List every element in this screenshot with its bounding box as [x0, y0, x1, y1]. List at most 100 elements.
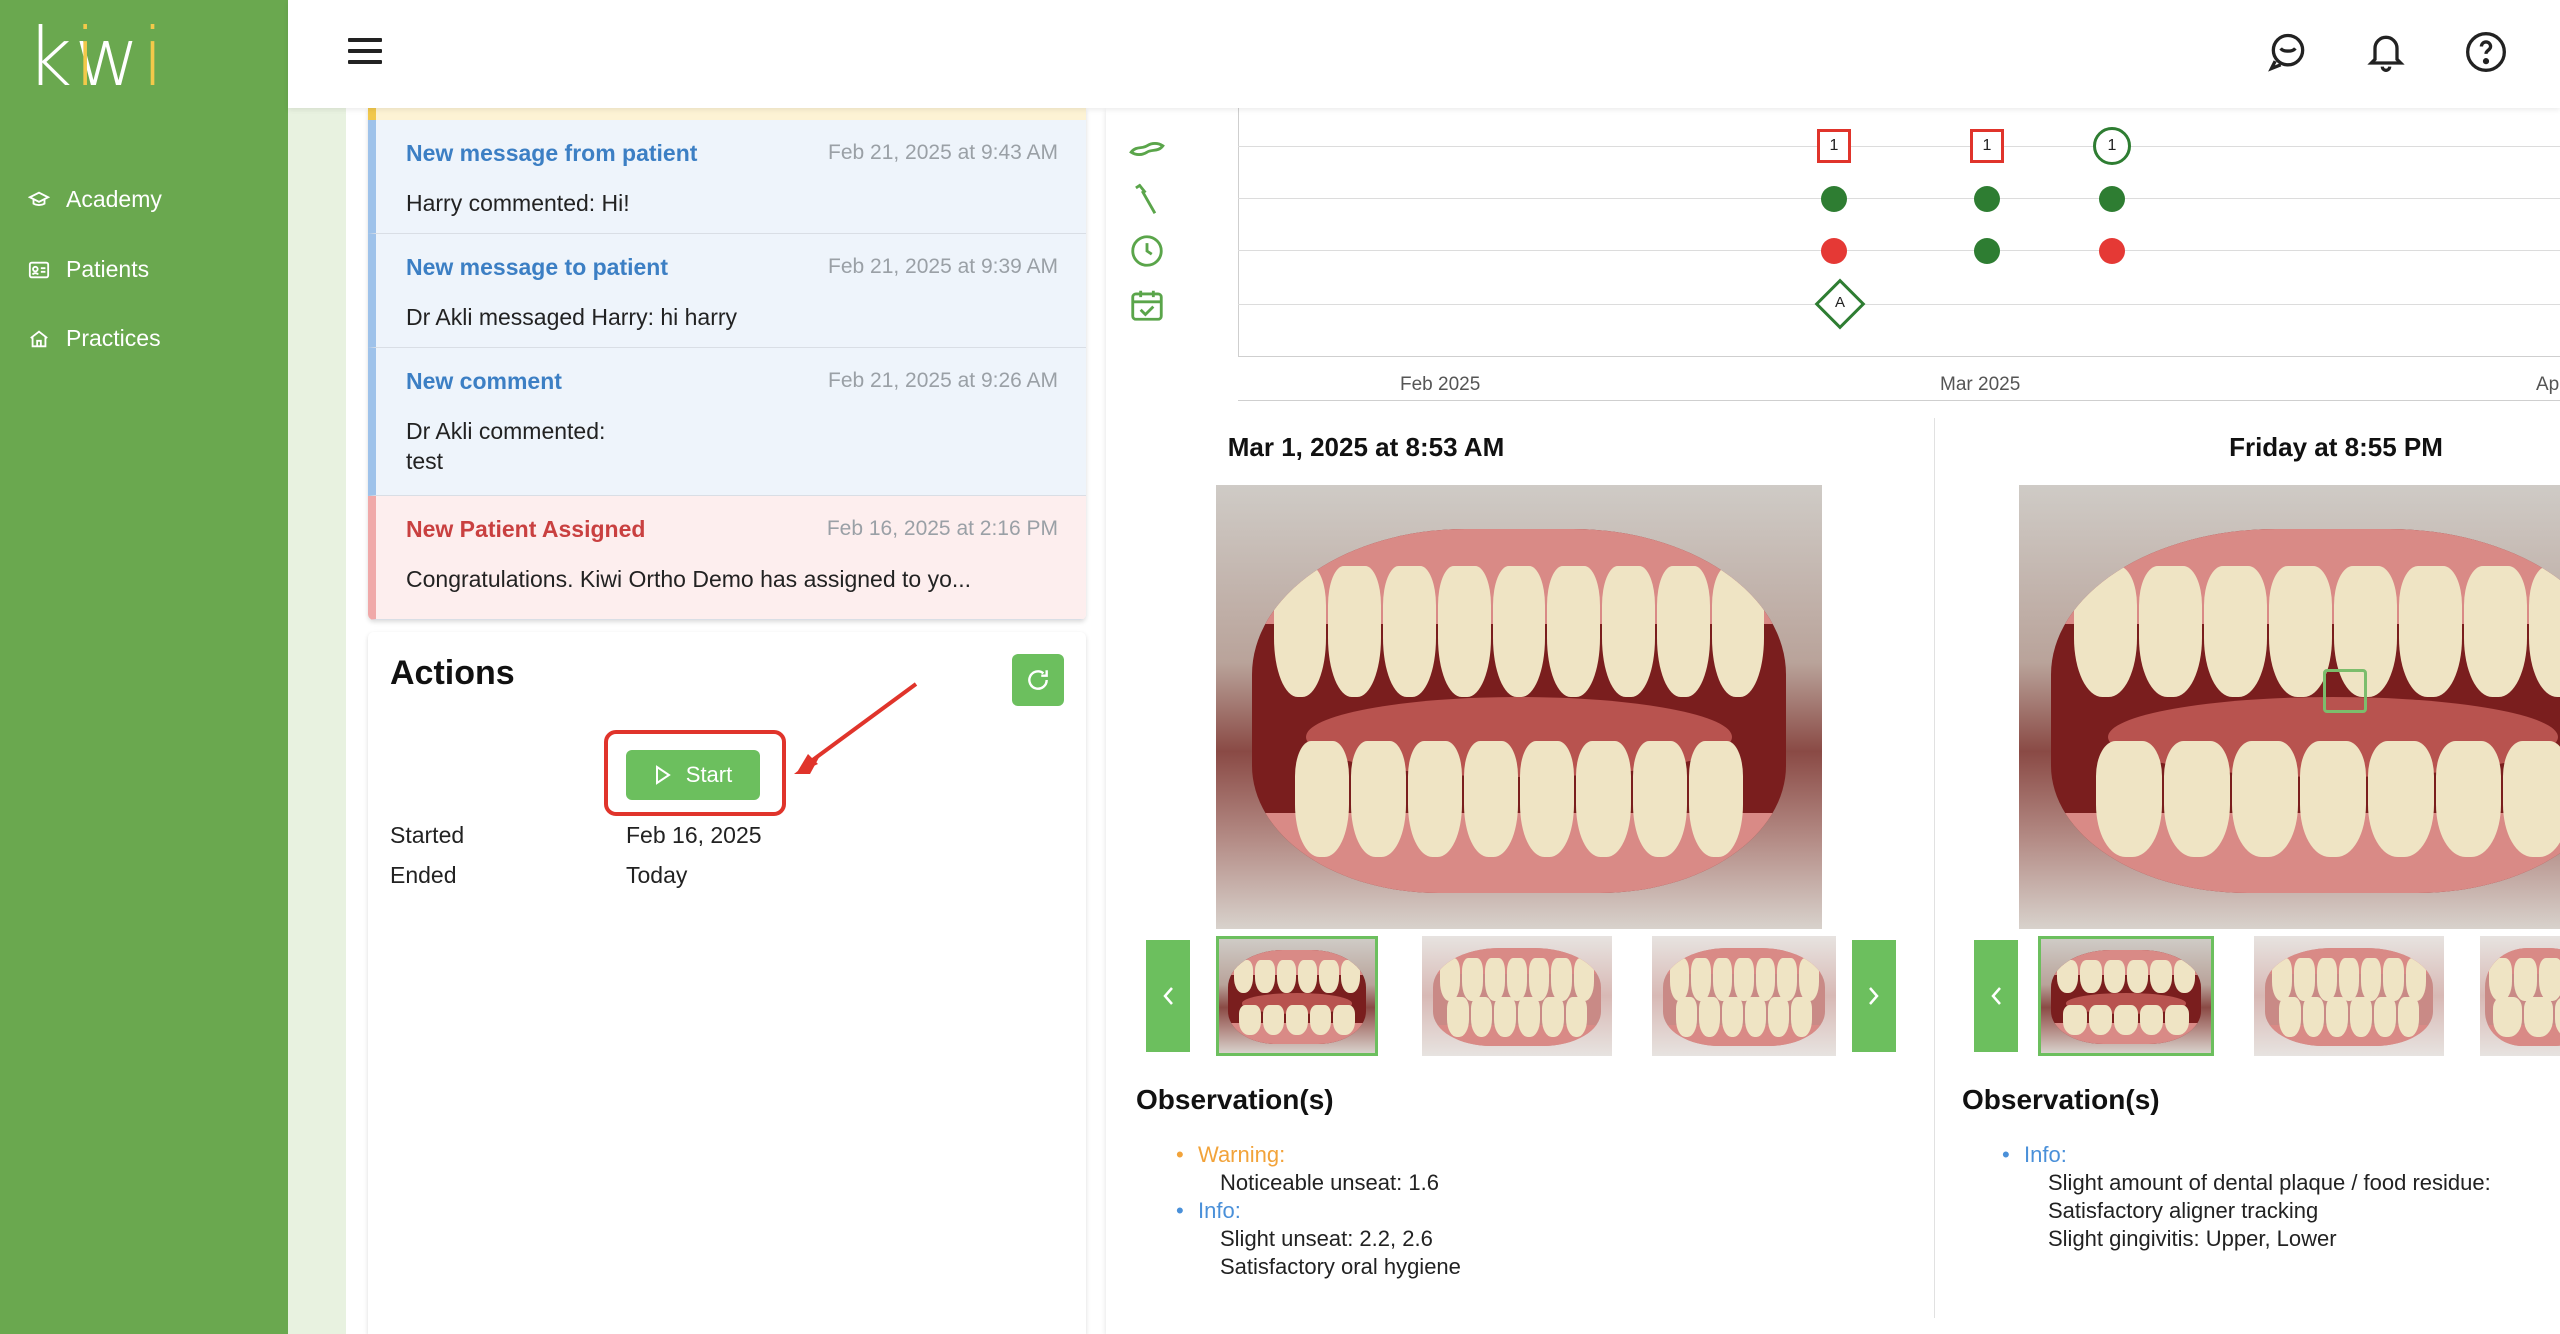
observation-line: Slight amount of dental plaque / food re… — [2048, 1170, 2491, 1195]
scan-photo-main[interactable] — [1216, 485, 1822, 929]
calendar-check-icon — [1131, 290, 1163, 321]
refresh-icon — [1028, 670, 1048, 690]
notification-time: Feb 21, 2025 at 9:26 AM — [828, 369, 1058, 392]
help-icon[interactable] — [2464, 30, 2508, 74]
notification-title: New comment — [406, 368, 562, 394]
notification-item[interactable]: New Patient Assigned Feb 16, 2025 at 2:1… — [368, 496, 1086, 620]
play-icon — [655, 765, 671, 785]
observations-title: Observation(s) — [1136, 1084, 1334, 1115]
notifications-panel: New message from patient Feb 21, 2025 at… — [368, 108, 1086, 620]
chevron-left-icon — [1991, 987, 2001, 1005]
chevron-right-icon — [1869, 987, 1879, 1005]
aligner-status-marker[interactable]: 1 — [2093, 127, 2131, 165]
notification-item[interactable]: New message from patient Feb 21, 2025 at… — [368, 120, 1086, 234]
sidebar: kiwi Academy Patients Practices — [0, 0, 288, 1334]
observation-bullet: • — [2002, 1142, 2010, 1167]
wear-time-dot-red[interactable] — [1821, 238, 1847, 264]
notification-title: New Patient Assigned — [406, 516, 646, 542]
hygiene-dot-green[interactable] — [2099, 186, 2125, 212]
timeline-gridline — [1238, 304, 2560, 305]
notification-item[interactable]: New comment Feb 21, 2025 at 9:26 AM Dr A… — [368, 348, 1086, 496]
sidebar-item-label: Academy — [66, 186, 162, 212]
aligner-change-marker[interactable]: 1 — [1970, 129, 2004, 163]
started-label: Started — [390, 822, 465, 848]
observation-info-label: Info: — [2024, 1142, 2067, 1167]
observation-bullet: • — [1176, 1142, 1184, 1167]
observation-line: Noticeable unseat: 1.6 — [1220, 1170, 1439, 1195]
notification-body: Dr Akli commented: test — [406, 418, 606, 474]
observation-warning-label: Warning: — [1198, 1142, 1286, 1167]
notification-time: Feb 21, 2025 at 9:39 AM — [828, 255, 1058, 278]
ended-label: Ended — [390, 862, 457, 888]
scan-thumbnail[interactable] — [1216, 936, 1378, 1056]
expand-icon[interactable] — [2323, 669, 2367, 713]
scan-thumbnail[interactable] — [1652, 936, 1836, 1056]
actions-title: Actions — [390, 654, 515, 692]
chat-icon[interactable] — [2266, 30, 2310, 74]
sidebar-item-patients[interactable]: Patients — [28, 256, 149, 283]
scan-thumbnail[interactable] — [2038, 936, 2214, 1056]
scan-column-divider — [1934, 418, 1935, 1318]
thumbnail-prev-button[interactable] — [1146, 940, 1190, 1052]
chevron-left-icon — [1163, 987, 1173, 1005]
timeline-tick-label: Mar 2025 — [1940, 374, 2021, 395]
scan-thumbnail[interactable] — [1422, 936, 1612, 1056]
id-card-icon — [28, 261, 50, 278]
notification-item[interactable]: New message to patient Feb 21, 2025 at 9… — [368, 234, 1086, 348]
start-button[interactable]: Start — [626, 750, 760, 800]
scan-title: Mar 1, 2025 at 8:53 AM — [1227, 432, 1505, 462]
timeline-tick-label: Feb 2025 — [1400, 374, 1481, 395]
notification-time: Feb 16, 2025 at 2:16 PM — [826, 517, 1058, 540]
sidebar-item-label: Practices — [66, 325, 161, 351]
thumbnail-next-button[interactable] — [1852, 940, 1896, 1052]
timeline: Feb 2025 Mar 2025 Ap 1 1 1 A — [1106, 108, 2560, 408]
notification-title: New message from patient — [406, 140, 698, 166]
menu-toggle-button[interactable] — [348, 38, 382, 66]
actions-panel: Actions Start Started Feb 16, 2025 Ended… — [368, 632, 1086, 1334]
start-button-label: Start — [685, 762, 733, 787]
bell-icon[interactable] — [2364, 30, 2408, 74]
observation-line: Satisfactory oral hygiene — [1220, 1254, 1461, 1279]
ended-value: Today — [626, 862, 688, 888]
observation-bullet: • — [1176, 1198, 1184, 1223]
scan-photo-main[interactable] — [2019, 485, 2560, 929]
notification-title: New message to patient — [406, 254, 669, 280]
toothbrush-icon — [1135, 183, 1157, 214]
started-value: Feb 16, 2025 — [626, 822, 762, 848]
top-bar — [288, 0, 2560, 108]
notification-previous-edge — [368, 108, 1086, 120]
aligner-icon — [1129, 142, 1165, 156]
observation-line: Slight unseat: 2.2, 2.6 — [1220, 1226, 1433, 1251]
sidebar-item-practices[interactable]: Practices — [28, 325, 161, 352]
notification-body: Dr Akli messaged Harry: hi harry — [406, 304, 738, 330]
observation-line: Slight gingivitis: Upper, Lower — [2048, 1226, 2337, 1251]
scan-thumbnail[interactable] — [2480, 936, 2560, 1056]
timeline-divider — [1238, 400, 2560, 401]
scan-title: Friday at 8:55 PM — [2229, 432, 2443, 462]
timeline-tick-label: Ap — [2536, 374, 2560, 395]
notification-time: Feb 21, 2025 at 9:43 AM — [828, 141, 1058, 164]
appointment-marker-label: A — [1834, 294, 1845, 311]
wear-time-dot-green[interactable] — [1974, 238, 2000, 264]
timeline-gridline — [1238, 146, 2560, 147]
kiwi-logo[interactable]: kiwi — [26, 18, 164, 98]
sidebar-item-academy[interactable]: Academy — [28, 186, 162, 213]
clock-icon — [1131, 235, 1163, 267]
graduation-cap-icon — [28, 191, 50, 206]
home-icon — [30, 330, 48, 347]
sidebar-item-label: Patients — [66, 256, 150, 282]
timeline-gridline — [1238, 198, 2560, 199]
scan-thumbnail[interactable] — [2254, 936, 2444, 1056]
hygiene-dot-green[interactable] — [1974, 186, 2000, 212]
timeline-x-axis — [1238, 356, 2560, 357]
wear-time-dot-red[interactable] — [2099, 238, 2125, 264]
aligner-change-marker[interactable]: 1 — [1817, 129, 1851, 163]
thumbnail-prev-button[interactable] — [1974, 940, 2018, 1052]
scan-timeline-panel: Feb 2025 Mar 2025 Ap 1 1 1 A Mar 1, 2025… — [1106, 108, 2560, 1334]
observations-title: Observation(s) — [1962, 1084, 2160, 1115]
annotation-arrow — [794, 682, 918, 774]
hygiene-dot-green[interactable] — [1821, 186, 1847, 212]
refresh-button[interactable] — [1012, 654, 1064, 706]
timeline-gridline — [1238, 250, 2560, 251]
notification-body: Congratulations. Kiwi Ortho Demo has ass… — [406, 566, 972, 592]
